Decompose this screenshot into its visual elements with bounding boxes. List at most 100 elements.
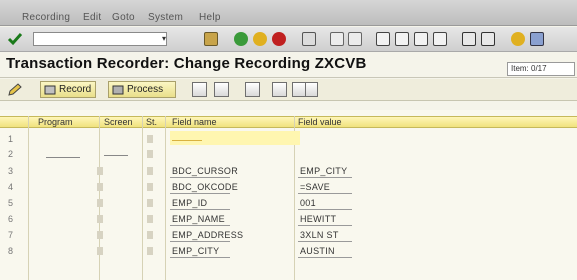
field-underline	[170, 177, 230, 178]
process-button-label: Process	[127, 84, 164, 95]
start-indicator[interactable]	[147, 247, 153, 255]
menu-goto[interactable]: Goto	[112, 12, 135, 23]
insert-row-icon[interactable]	[272, 82, 287, 97]
pencil-icon[interactable]	[7, 82, 23, 97]
start-indicator[interactable]	[147, 150, 153, 158]
start-indicator[interactable]	[147, 135, 153, 143]
check-icon[interactable]	[7, 31, 23, 47]
page-title: Transaction Recorder: Change Recording Z…	[6, 55, 367, 72]
field-underline	[298, 225, 352, 226]
field-underline	[298, 257, 352, 258]
column-divider	[142, 116, 143, 280]
start-indicator[interactable]	[147, 199, 153, 207]
row-number: 1	[8, 134, 14, 144]
field-value-cell[interactable]: AUSTIN	[300, 246, 335, 256]
start-indicator[interactable]	[147, 183, 153, 191]
application-toolbar: Record Process	[0, 79, 577, 101]
column-header-screen[interactable]: Screen	[104, 117, 133, 127]
menu-system[interactable]: System	[148, 12, 183, 23]
column-header-field-value[interactable]: Field value	[298, 117, 342, 127]
field-value-cell[interactable]: HEWITT	[300, 214, 336, 224]
last-page-icon[interactable]	[433, 32, 447, 46]
field-name-cell[interactable]: BDC_OKCODE	[172, 182, 238, 192]
first-page-icon[interactable]	[376, 32, 390, 46]
field-name-cell[interactable]: EMP_ADDRESS	[172, 230, 243, 240]
row-1-highlight	[170, 131, 300, 145]
print-icon[interactable]	[302, 32, 316, 46]
menu-bar: Recording Edit Goto System Help	[0, 0, 577, 26]
column-divider	[28, 116, 29, 280]
exit-icon[interactable]	[253, 32, 267, 46]
menu-edit[interactable]: Edit	[83, 12, 101, 23]
process-icon	[112, 85, 124, 95]
cancel-icon[interactable]	[272, 32, 286, 46]
field-value-cell[interactable]: EMP_CITY	[300, 166, 347, 176]
chevron-down-icon[interactable]: ▾	[159, 32, 169, 46]
sap-window: Recording Edit Goto System Help ▾ Transa…	[0, 0, 577, 280]
field-underline	[298, 209, 352, 210]
back-icon[interactable]	[234, 32, 248, 46]
save-icon[interactable]	[204, 32, 218, 46]
field-underline	[298, 177, 352, 178]
program-cell[interactable]	[46, 157, 80, 158]
menu-help[interactable]: Help	[199, 12, 221, 23]
column-header-program[interactable]: Program	[38, 117, 73, 127]
item-counter: Item: 0/17	[507, 62, 575, 76]
shortcut-icon[interactable]	[481, 32, 495, 46]
help-icon[interactable]	[511, 32, 525, 46]
next-page-icon[interactable]	[414, 32, 428, 46]
field-underline	[170, 241, 230, 242]
row-number: 6	[8, 214, 14, 224]
field-underline	[170, 225, 230, 226]
field-name-cell[interactable]: BDC_CURSOR	[172, 166, 238, 176]
field-value-cell[interactable]: 3XLN ST	[300, 230, 339, 240]
start-indicator[interactable]	[147, 167, 153, 175]
field-value-cell[interactable]: 001	[300, 198, 316, 208]
table-header	[0, 116, 577, 128]
field-underline	[298, 241, 352, 242]
select-all-icon[interactable]	[192, 82, 207, 97]
field-name-cell[interactable]: EMP_CITY	[172, 246, 219, 256]
field-underline	[170, 193, 230, 194]
row-marker	[97, 231, 103, 239]
row-marker	[97, 167, 103, 175]
details-icon[interactable]	[245, 82, 260, 97]
field-name-cell[interactable]: EMP_NAME	[172, 214, 225, 224]
field-underline	[170, 209, 230, 210]
start-indicator[interactable]	[147, 215, 153, 223]
screen-cell[interactable]	[104, 155, 128, 156]
row-marker	[97, 247, 103, 255]
field-name-cell[interactable]	[172, 140, 202, 141]
title-divider	[0, 77, 577, 78]
row-marker	[97, 183, 103, 191]
record-button[interactable]: Record	[40, 81, 96, 98]
new-session-icon[interactable]	[462, 32, 476, 46]
field-value-cell[interactable]: =SAVE	[300, 182, 330, 192]
field-name-cell[interactable]: EMP_ID	[172, 198, 207, 208]
field-underline	[170, 257, 230, 258]
column-header-start[interactable]: St.	[146, 117, 157, 127]
command-field[interactable]	[33, 32, 167, 46]
column-divider	[99, 116, 100, 280]
row-number: 7	[8, 230, 14, 240]
deselect-all-icon[interactable]	[214, 82, 229, 97]
start-indicator[interactable]	[147, 231, 153, 239]
copy-icon[interactable]	[305, 82, 318, 97]
row-number: 4	[8, 182, 14, 192]
layout-icon[interactable]	[530, 32, 544, 46]
field-underline	[298, 193, 352, 194]
find-next-icon[interactable]	[348, 32, 362, 46]
row-number: 8	[8, 246, 14, 256]
prev-page-icon[interactable]	[395, 32, 409, 46]
column-divider	[165, 116, 166, 280]
row-number: 3	[8, 166, 14, 176]
row-number: 5	[8, 198, 14, 208]
row-marker	[97, 215, 103, 223]
column-header-field-name[interactable]: Field name	[172, 117, 217, 127]
record-icon	[44, 85, 56, 95]
find-icon[interactable]	[330, 32, 344, 46]
record-button-label: Record	[59, 84, 92, 95]
standard-toolbar: ▾	[0, 27, 577, 52]
menu-recording[interactable]: Recording	[22, 12, 70, 23]
process-button[interactable]: Process	[108, 81, 176, 98]
